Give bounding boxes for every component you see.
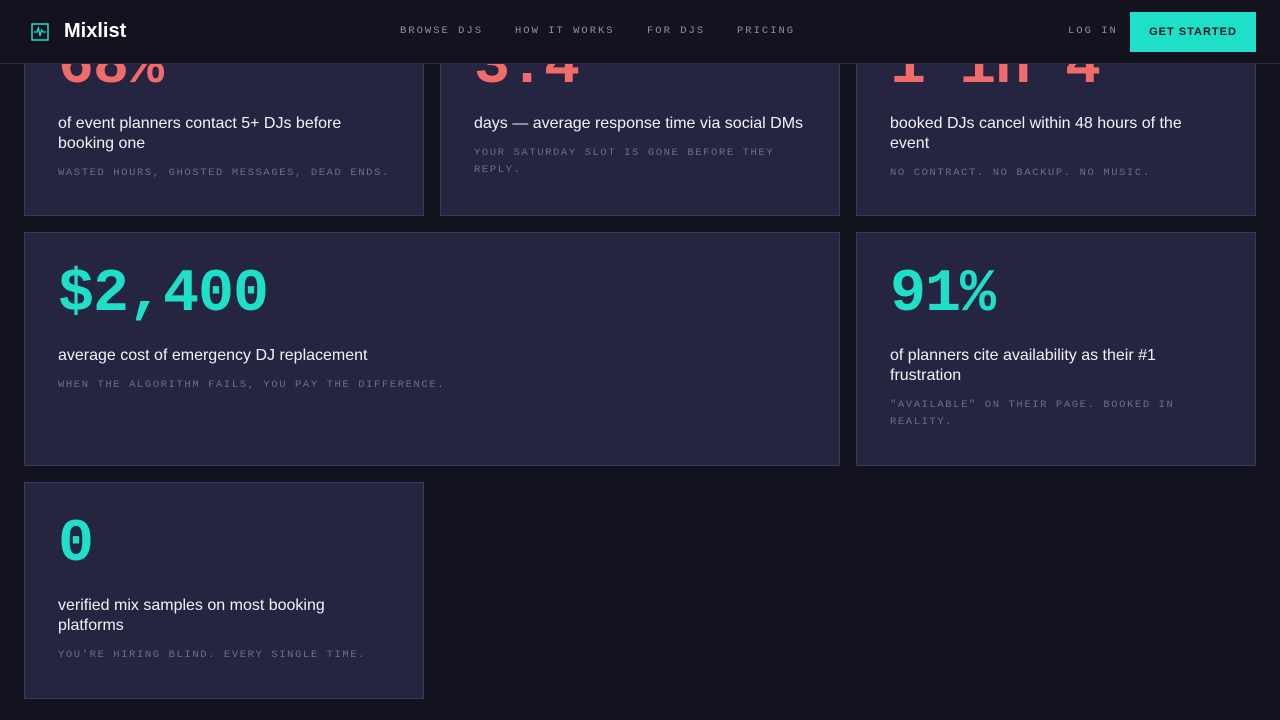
stat-description: verified mix samples on most booking pla…	[58, 597, 325, 634]
stat-card-wide: $2,400 average cost of emergency DJ repl…	[24, 232, 840, 466]
stat-caption: YOU'RE HIRING BLIND. EVERY SINGLE TIME.	[58, 649, 367, 661]
stat-description: days — average response time via social …	[474, 115, 804, 132]
stat-description: booked DJs cancel within 48 hours of the…	[890, 115, 1182, 152]
stat-value: $2,400	[58, 261, 269, 329]
stat-caption: NO CONTRACT. NO BACKUP. NO MUSIC.	[890, 167, 1151, 179]
stat-caption: WHEN THE ALGORITHM FAILS, YOU PAY THE DI…	[58, 379, 446, 391]
stat-card: 3.4 days — average response time via soc…	[440, 38, 840, 216]
stat-description: of event planners contact 5+ DJs before …	[58, 115, 342, 152]
stat-value: 0	[58, 511, 94, 579]
stat-caption: YOUR SATURDAY SLOT IS GONE BEFORE THEY R…	[474, 147, 775, 176]
stat-card: 68% of event planners contact 5+ DJs bef…	[24, 38, 424, 216]
stat-description: average cost of emergency DJ replacement	[58, 347, 368, 364]
stat-caption: WASTED HOURS, GHOSTED MESSAGES, DEAD END…	[58, 167, 390, 179]
stat-caption: "AVAILABLE" ON THEIR PAGE. BOOKED IN REA…	[890, 399, 1175, 428]
site-header: Mixlist BROWSE DJS HOW IT WORKS FOR DJS …	[0, 0, 1280, 64]
nav-for-djs[interactable]: FOR DJS	[647, 25, 705, 37]
brand-name[interactable]: Mixlist	[64, 20, 126, 43]
nav-browse-djs[interactable]: BROWSE DJS	[400, 25, 483, 37]
stat-card: 1 in 4 booked DJs cancel within 48 hours…	[856, 38, 1256, 216]
login-link[interactable]: LOG IN	[1068, 25, 1118, 37]
stat-card: 0 verified mix samples on most booking p…	[24, 482, 424, 699]
stat-card: 91% of planners cite availability as the…	[856, 232, 1256, 466]
stat-value: 91%	[890, 261, 996, 329]
nav-how-it-works[interactable]: HOW IT WORKS	[515, 25, 615, 37]
nav-pricing[interactable]: PRICING	[737, 25, 795, 37]
get-started-button[interactable]: GET STARTED	[1130, 12, 1256, 52]
waveform-icon[interactable]	[31, 23, 49, 41]
stat-description: of planners cite availability as their #…	[890, 347, 1156, 384]
